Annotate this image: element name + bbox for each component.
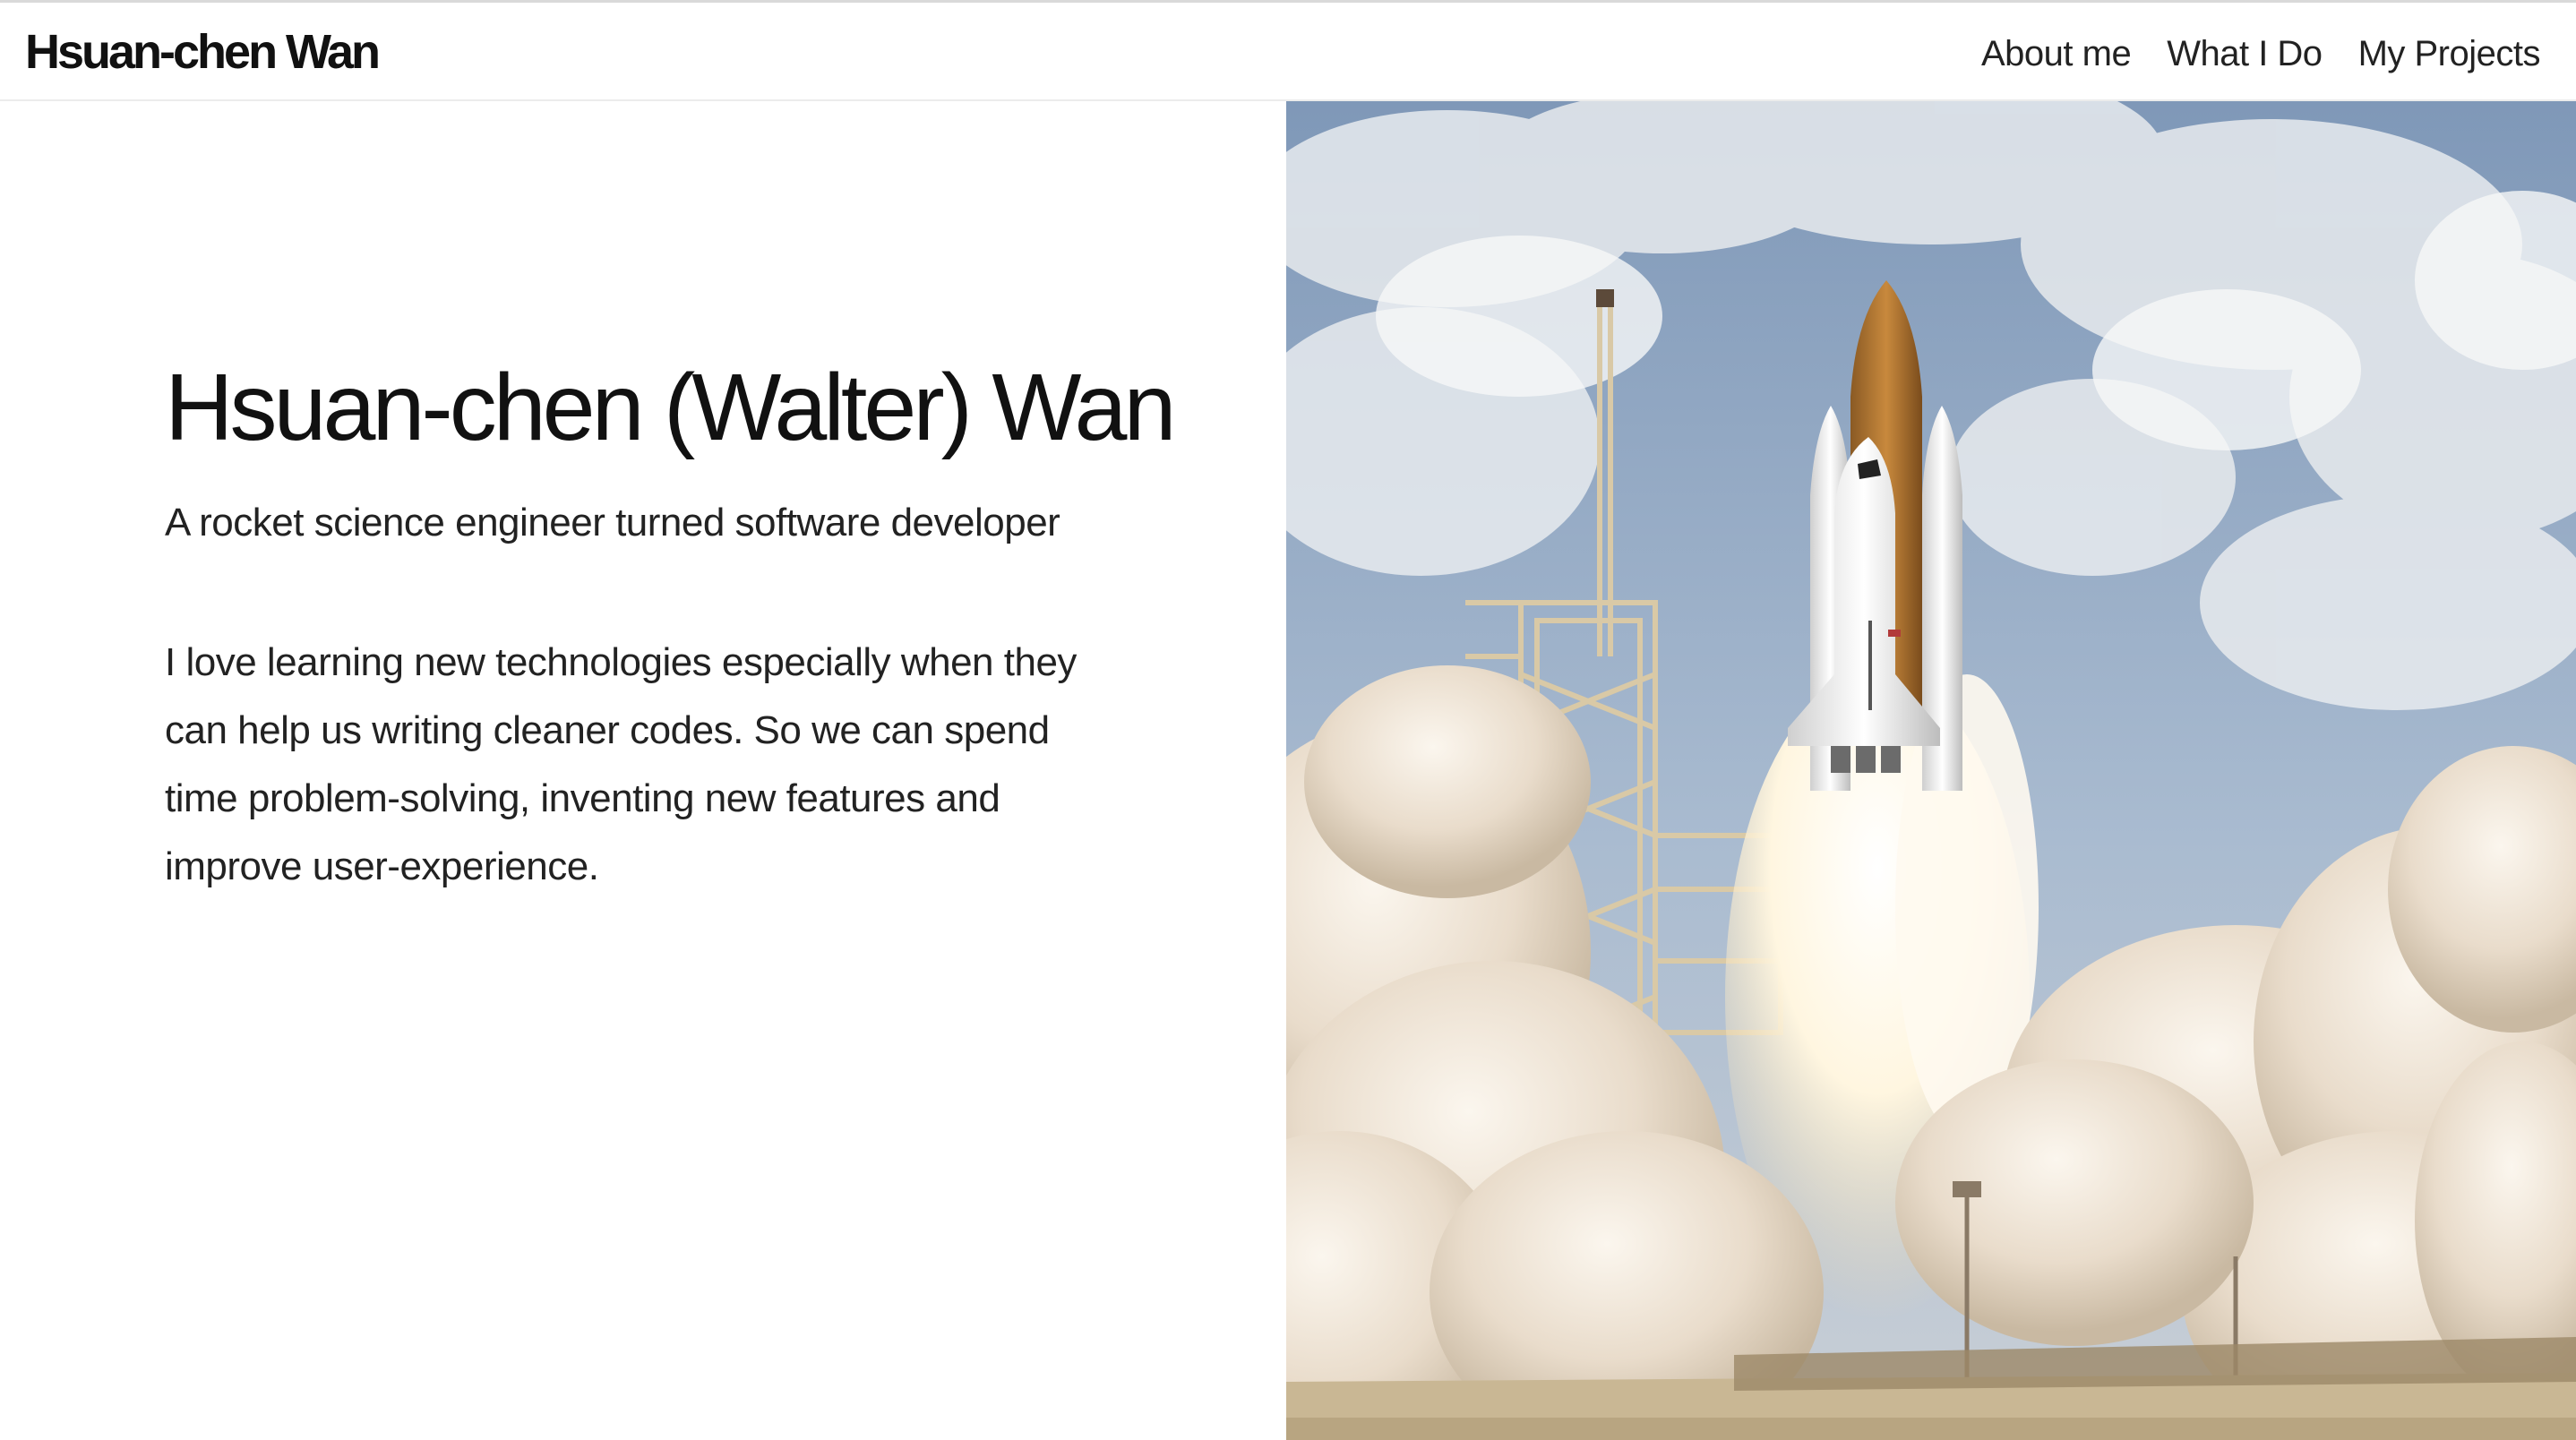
hero-title: Hsuan-chen (Walter) Wan: [165, 355, 1176, 460]
nav-link-my-projects[interactable]: My Projects: [2358, 30, 2541, 78]
brand-logo[interactable]: Hsuan-chen Wan: [25, 24, 381, 80]
shuttle-launch-image: [1286, 101, 2576, 1440]
nav-link-about-me[interactable]: About me: [1981, 30, 2132, 78]
shuttle-launch-illustration: [1286, 101, 2576, 1440]
hero-subtitle: A rocket science engineer turned softwar…: [165, 501, 1060, 544]
navbar: Hsuan-chen Wan About me What I Do My Pro…: [0, 3, 2576, 101]
hero-description: I love learning new technologies especia…: [165, 640, 1077, 888]
nav-links: About me What I Do My Projects: [1981, 30, 2541, 78]
nav-link-what-i-do[interactable]: What I Do: [2167, 30, 2323, 78]
